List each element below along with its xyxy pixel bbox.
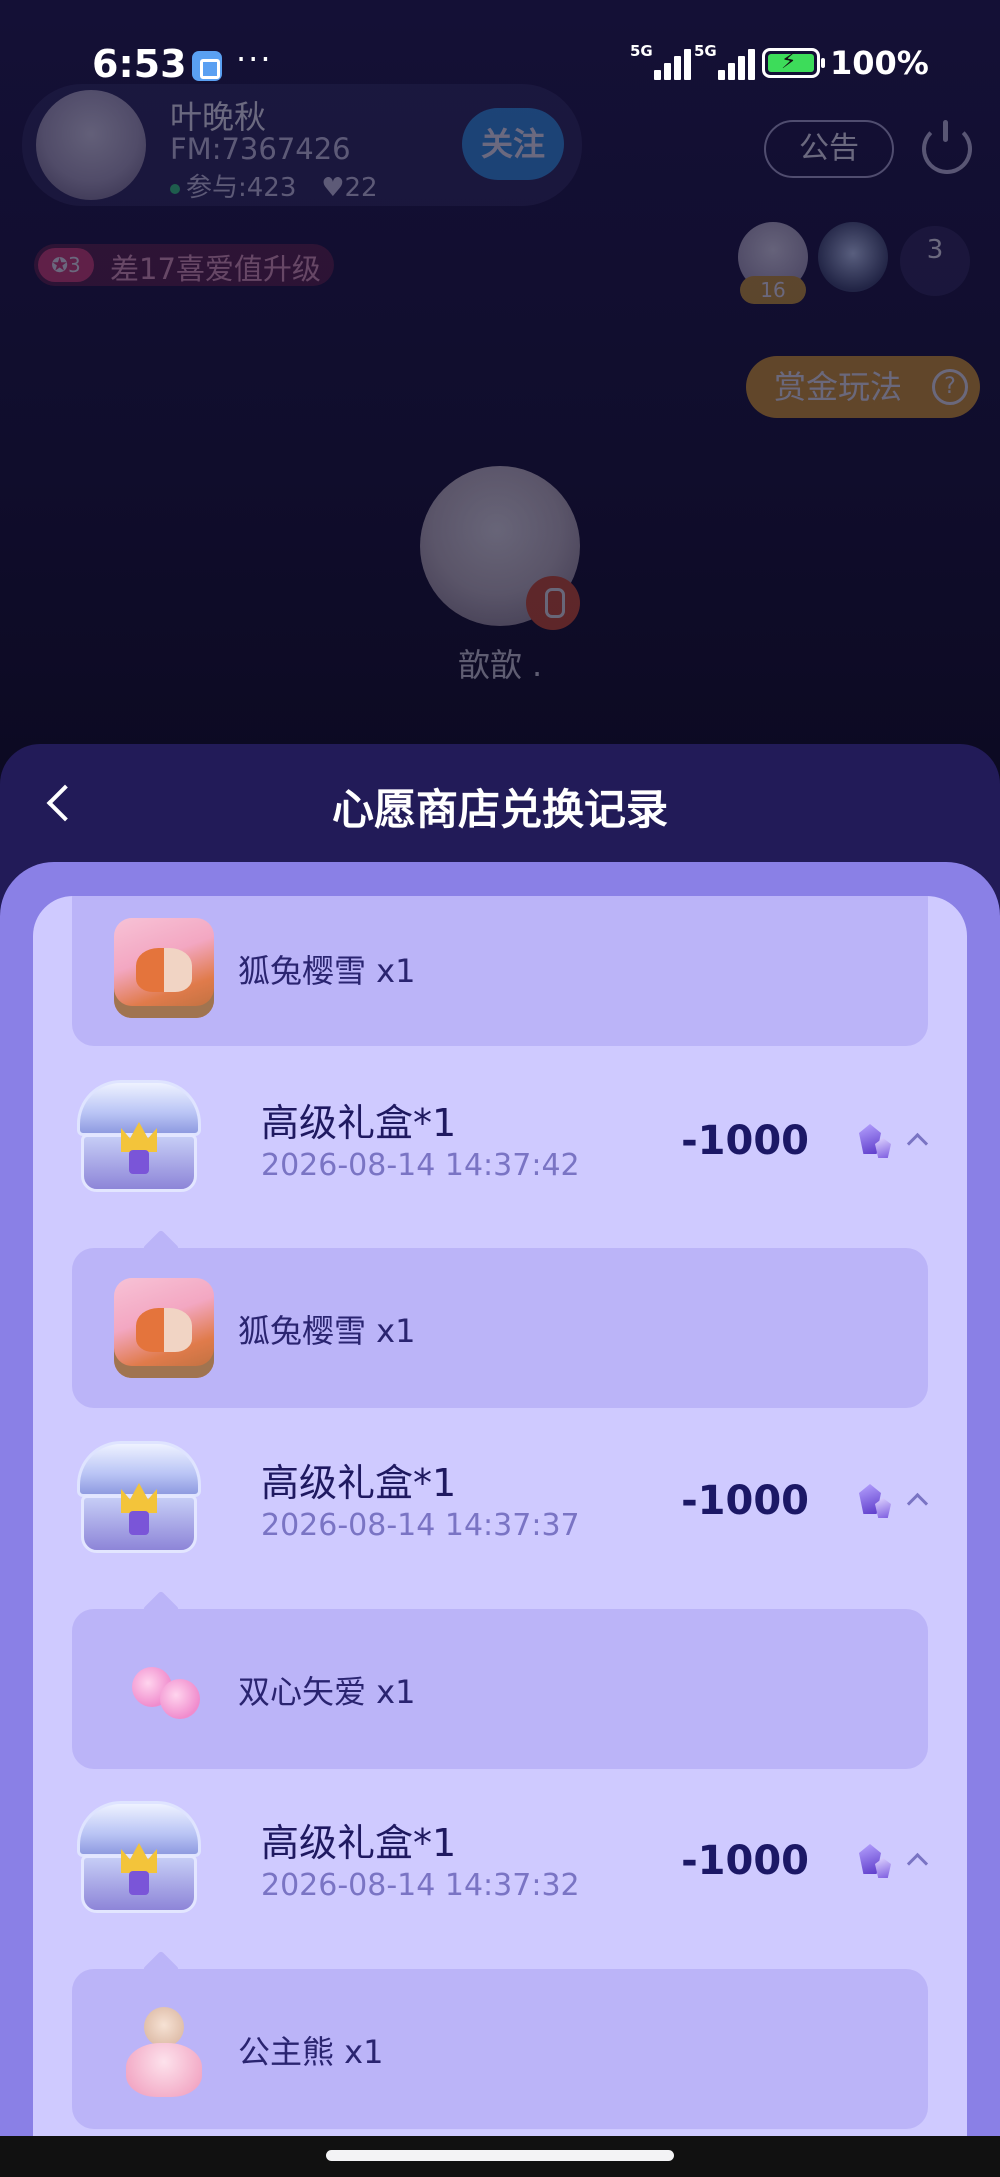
network-type-label: 5G xyxy=(630,42,653,60)
record-detail-card: 狐兔樱雪 x1 xyxy=(72,896,928,1046)
record-title: 高级礼盒*1 xyxy=(261,1101,457,1145)
chevron-up-icon[interactable] xyxy=(905,1128,929,1152)
gift-box-icon xyxy=(69,1799,209,1919)
more-notifications-icon: ··· xyxy=(236,40,273,78)
online-dot-icon xyxy=(170,183,180,194)
gift-label: 狐兔樱雪 x1 xyxy=(238,1312,416,1350)
power-icon[interactable] xyxy=(922,120,972,174)
participants-count: 参与:423 xyxy=(186,173,297,203)
record-time: 2026-08-14 14:37:32 xyxy=(261,1868,580,1903)
host-avatar[interactable] xyxy=(36,90,146,200)
double-heart-arrow-gift-icon xyxy=(114,1639,214,1739)
signal-icon-2: 5G xyxy=(694,42,756,80)
record-title: 高级礼盒*1 xyxy=(261,1461,457,1505)
gift-box-icon xyxy=(69,1078,209,1198)
mic-muted-icon xyxy=(526,576,580,630)
gift-label: 公主熊 x1 xyxy=(238,2033,384,2071)
viewer-count-number: 3 xyxy=(926,235,944,265)
network-type-label-2: 5G xyxy=(694,42,717,60)
level-badge: ✪3 xyxy=(38,248,94,282)
bounty-play-button[interactable]: 赏金玩法 ? xyxy=(746,356,980,418)
record-detail-card: 狐兔樱雪 x1 xyxy=(72,1248,928,1408)
gift-label: 双心矢爱 x1 xyxy=(238,1673,416,1711)
viewer-avatar[interactable] xyxy=(818,222,888,292)
viewer-level-badge: 16 xyxy=(740,276,806,304)
host-fm-id: FM:7367426 xyxy=(170,132,351,166)
crystal-icon xyxy=(851,1120,893,1162)
likes-count: ♥22 xyxy=(321,173,378,203)
princess-bear-gift-icon xyxy=(114,1999,214,2099)
gift-label: 狐兔樱雪 x1 xyxy=(238,952,416,990)
record-detail-card: 公主熊 x1 xyxy=(72,1969,928,2129)
home-indicator[interactable] xyxy=(326,2150,674,2161)
signal-icon: 5G xyxy=(630,42,692,80)
bounty-play-label: 赏金玩法 xyxy=(774,368,903,406)
record-amount: -1000 xyxy=(681,1838,809,1884)
battery-percent: 100% xyxy=(830,44,929,82)
record-amount: -1000 xyxy=(681,1478,809,1524)
record-amount: -1000 xyxy=(681,1118,809,1164)
record-title: 高级礼盒*1 xyxy=(261,1821,457,1865)
help-icon[interactable]: ? xyxy=(932,369,968,405)
status-time: 6:53 xyxy=(92,42,187,86)
record-detail-card: 双心矢爱 x1 xyxy=(72,1609,928,1769)
crystal-icon xyxy=(851,1840,893,1882)
fox-rabbit-gift-icon xyxy=(114,1278,214,1378)
notice-button[interactable]: 公告 xyxy=(764,120,894,178)
level-progress-text: 差17喜爱值升级 xyxy=(110,252,321,286)
mic-user-name: 歆歆 . xyxy=(457,646,543,684)
fox-rabbit-gift-icon xyxy=(114,918,214,1018)
crystal-icon xyxy=(851,1480,893,1522)
chevron-up-icon[interactable] xyxy=(905,1848,929,1872)
viewer-count[interactable]: 3 xyxy=(900,226,970,296)
battery-icon: ⚡ xyxy=(762,48,825,78)
app-notification-icon xyxy=(192,51,222,81)
gift-box-icon xyxy=(69,1439,209,1559)
record-time: 2026-08-14 14:37:37 xyxy=(261,1508,580,1543)
record-list[interactable]: 狐兔樱雪 x1 高级礼盒*1 2026-08-14 14:37:42 -1000… xyxy=(33,896,967,2136)
record-time: 2026-08-14 14:37:42 xyxy=(261,1148,580,1183)
sheet-title: 心愿商店兑换记录 xyxy=(331,785,668,834)
host-stats: 参与:423 ♥22 xyxy=(170,167,378,204)
chevron-up-icon[interactable] xyxy=(905,1488,929,1512)
follow-button[interactable]: 关注 xyxy=(462,108,564,180)
